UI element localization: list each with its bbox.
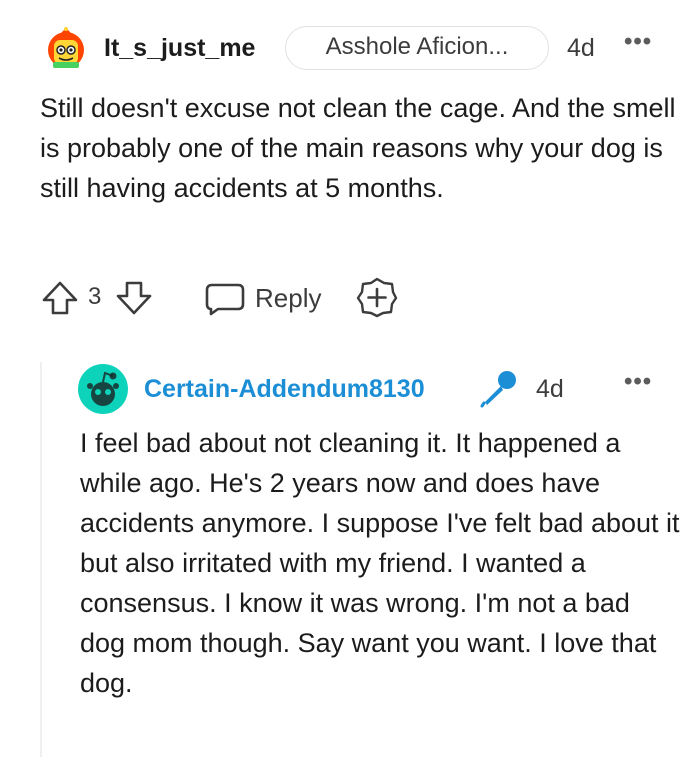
downvote-icon[interactable] (114, 280, 154, 316)
comment-text: Still doesn't excuse not clean the cage.… (40, 93, 676, 203)
user-flair: Asshole Aficion... (285, 26, 549, 70)
microphone-icon (480, 371, 516, 408)
vote-count: 3 (88, 283, 102, 310)
reply-bubble-icon (205, 283, 245, 316)
comment-body: Still doesn't excuse not clean the cage.… (40, 88, 680, 208)
reply-header: Certain-Addendum8130 4d ••• (0, 362, 700, 414)
reply-username[interactable]: Certain-Addendum8130 (144, 374, 425, 404)
more-options-icon[interactable]: ••• (624, 370, 652, 394)
reply-label: Reply (255, 283, 322, 313)
reply-text: I feel bad about not cleaning it. It hap… (80, 428, 680, 698)
snoo-avatar-icon[interactable] (78, 364, 128, 414)
reply-timestamp[interactable]: 4d (536, 374, 564, 404)
upvote-icon[interactable] (40, 280, 80, 316)
thread-line[interactable] (40, 362, 42, 757)
reply-body: I feel bad about not cleaning it. It hap… (80, 423, 680, 703)
reply-button[interactable]: Reply (204, 278, 334, 318)
user-avatar-icon[interactable] (44, 26, 88, 70)
comment-timestamp[interactable]: 4d (567, 33, 595, 63)
comment-header: It_s_just_me Asshole Aficion... 4d ••• (0, 24, 700, 72)
more-options-icon[interactable]: ••• (624, 30, 652, 54)
comment: It_s_just_me Asshole Aficion... 4d ••• S… (0, 0, 700, 340)
comment-actions: 3 Reply (0, 274, 700, 320)
comment-username[interactable]: It_s_just_me (104, 33, 255, 63)
award-plus-icon[interactable] (356, 276, 398, 318)
